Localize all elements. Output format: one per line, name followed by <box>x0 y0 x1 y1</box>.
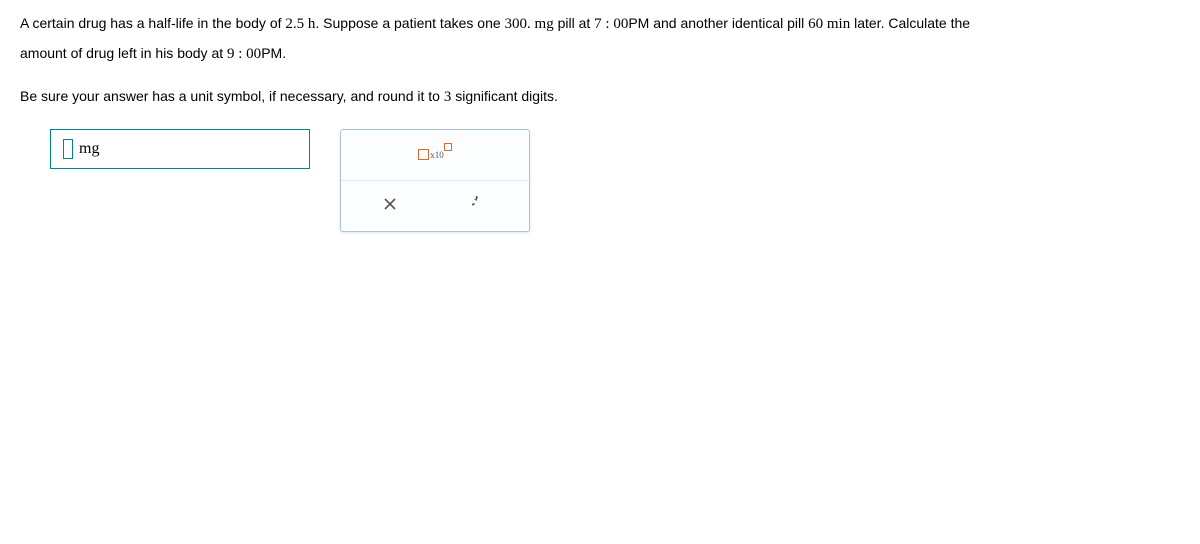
answer-unit-label: mg <box>79 140 99 158</box>
text-fragment: PM. <box>261 45 286 61</box>
text-fragment: significant digits. <box>451 88 558 104</box>
text-fragment: pill at <box>554 15 594 31</box>
answer-input-box[interactable]: mg <box>50 129 310 169</box>
question-line-1: A certain drug has a half-life in the bo… <box>20 12 1180 38</box>
halflife-value: 2.5 h <box>285 16 315 32</box>
tools-panel: x10 <box>340 129 530 232</box>
interval-value: 60 min <box>808 16 850 32</box>
question-text: A certain drug has a half-life in the bo… <box>20 12 1180 111</box>
tools-row-1: x10 <box>341 130 529 180</box>
scientific-notation-icon: x10 <box>418 149 452 160</box>
question-area: A certain drug has a half-life in the bo… <box>0 0 1200 244</box>
reset-button[interactable] <box>455 191 505 221</box>
text-fragment: A certain drug has a half-life in the bo… <box>20 15 285 31</box>
scientific-notation-button[interactable]: x10 <box>410 140 460 170</box>
question-line-3: Be sure your answer has a unit symbol, i… <box>20 85 1180 111</box>
answer-row: mg x10 <box>50 129 1180 232</box>
tools-row-2 <box>341 180 529 231</box>
clear-button[interactable] <box>365 191 415 221</box>
time2-value: 9 : 00 <box>227 46 261 62</box>
x-icon <box>382 196 398 215</box>
undo-arrow-icon <box>472 196 488 215</box>
question-line-2: amount of drug left in his body at 9 : 0… <box>20 42 1180 68</box>
text-fragment: amount of drug left in his body at <box>20 45 227 61</box>
answer-value-placeholder[interactable] <box>63 139 73 159</box>
text-fragment: PM and another identical pill <box>628 15 808 31</box>
time1-value: 7 : 00 <box>594 16 628 32</box>
dose-value: 300. mg <box>505 16 554 32</box>
text-fragment: . Suppose a patient takes one <box>315 15 504 31</box>
text-fragment: Be sure your answer has a unit symbol, i… <box>20 88 444 104</box>
text-fragment: later. Calculate the <box>850 15 970 31</box>
